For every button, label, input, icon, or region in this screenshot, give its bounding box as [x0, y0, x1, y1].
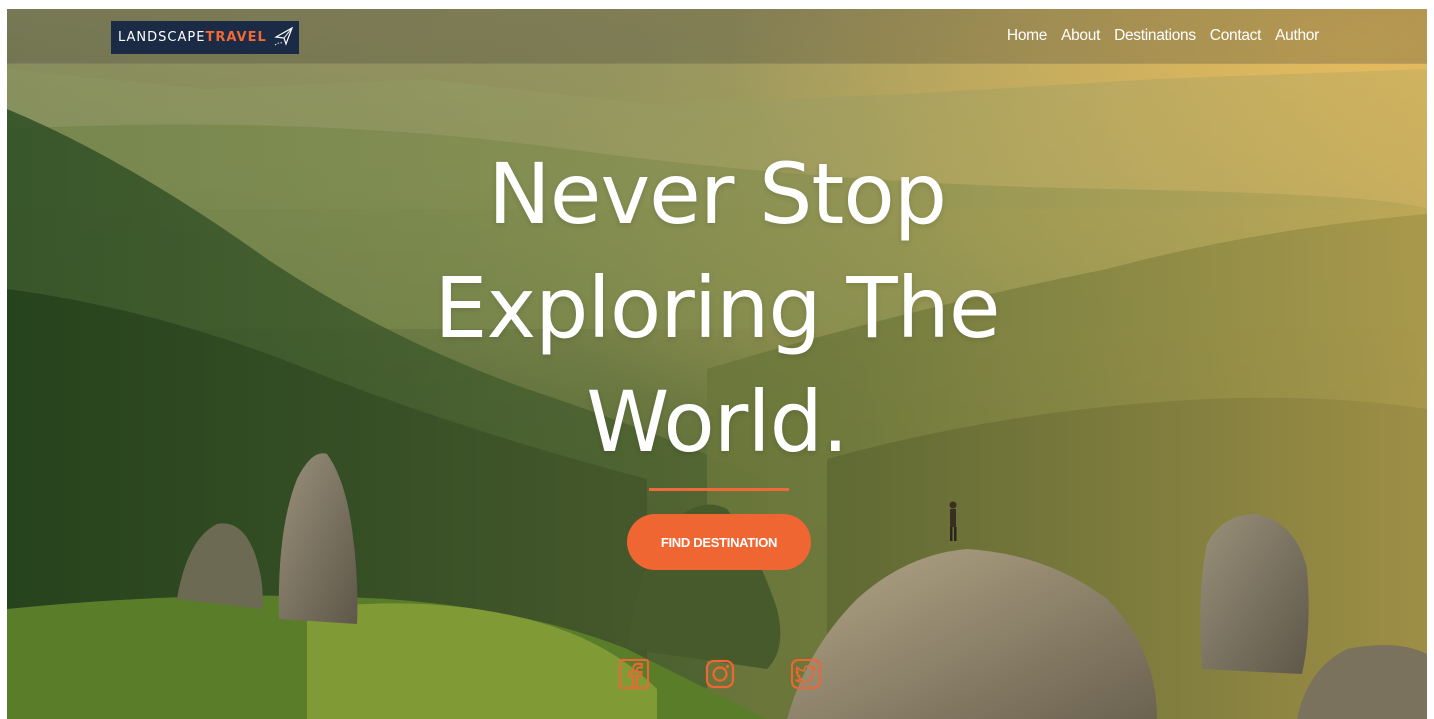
twitter-icon[interactable] — [790, 658, 822, 690]
nav-item-home[interactable]: Home — [1007, 27, 1047, 45]
site-logo[interactable]: LANDSCAPE TRAVEL — [111, 21, 299, 54]
nav-item-author[interactable]: Author — [1275, 27, 1319, 45]
main-nav: Home About Destinations Contact Author — [1007, 27, 1319, 45]
social-links — [618, 658, 822, 690]
nav-item-contact[interactable]: Contact — [1210, 27, 1262, 45]
headline-divider — [649, 488, 789, 491]
headline-line-1: Never Stop — [487, 145, 947, 243]
headline-line-2: Exploring The — [434, 259, 1000, 357]
hero-section: LANDSCAPE TRAVEL Home About Destinations … — [7, 9, 1427, 719]
page-frame: LANDSCAPE TRAVEL Home About Destinations … — [0, 0, 1434, 719]
nav-item-about[interactable]: About — [1061, 27, 1100, 45]
find-destination-button[interactable]: FIND DESTINATION — [627, 514, 811, 570]
headline-line-3: World. — [586, 373, 848, 471]
top-navbar: LANDSCAPE TRAVEL Home About Destinations … — [7, 9, 1427, 64]
hero-headline: Never Stop Exploring The World. — [7, 137, 1427, 479]
paper-plane-icon — [274, 26, 294, 46]
nav-item-destinations[interactable]: Destinations — [1114, 27, 1196, 45]
logo-text-main: LANDSCAPE — [118, 30, 206, 45]
instagram-icon[interactable] — [704, 658, 736, 690]
facebook-icon[interactable] — [618, 658, 650, 690]
logo-text-accent: TRAVEL — [205, 30, 267, 45]
